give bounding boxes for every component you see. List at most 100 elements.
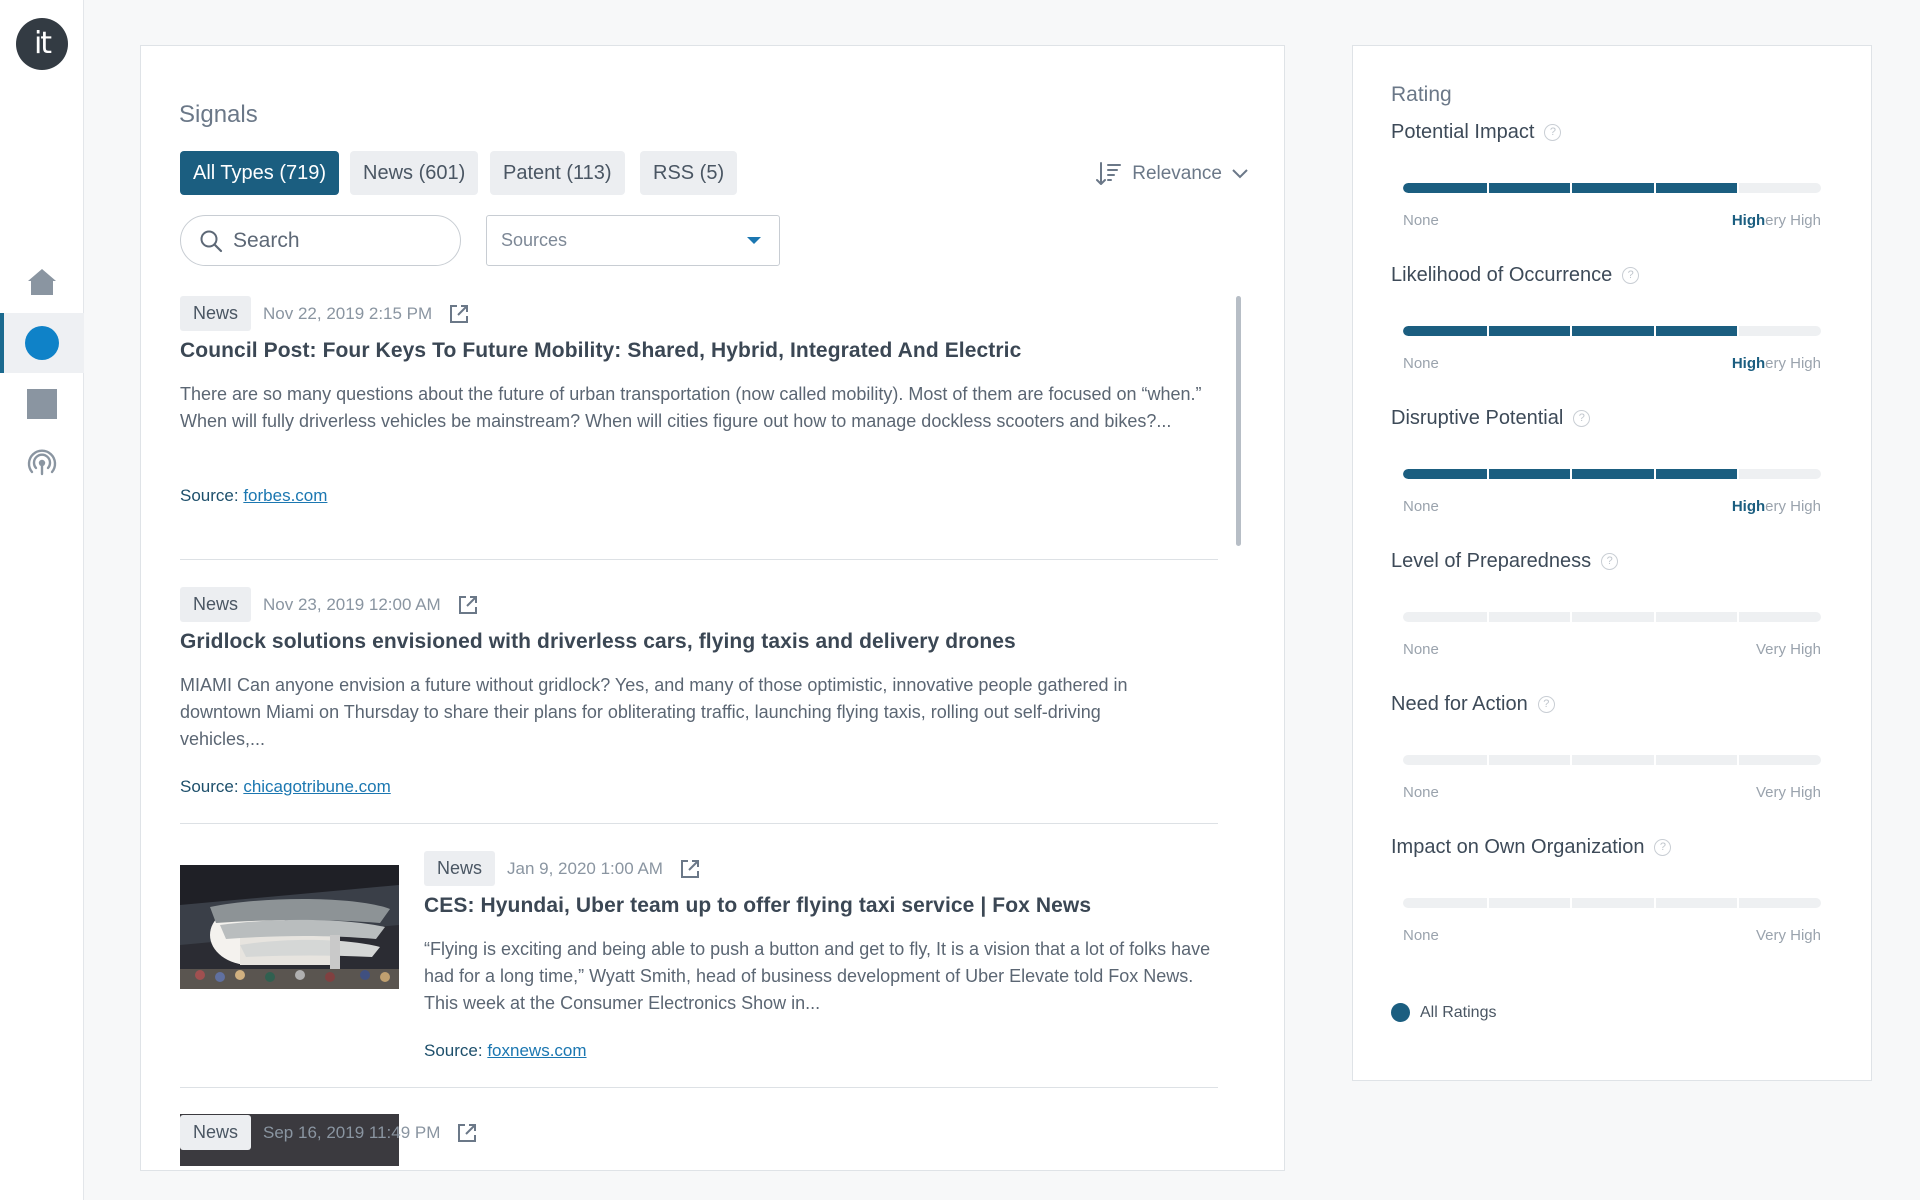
- article-source: Source: foxnews.com: [424, 1041, 587, 1061]
- filter-all-types[interactable]: All Types (719): [180, 151, 340, 195]
- signals-feed[interactable]: News Nov 22, 2019 2:15 PM Council Post: …: [180, 296, 1220, 1166]
- sidebar: it: [0, 0, 84, 1200]
- help-icon[interactable]: ?: [1654, 839, 1672, 856]
- external-link-icon[interactable]: [456, 1122, 478, 1144]
- scale-high-text: Very High: [1755, 784, 1821, 801]
- sources-select[interactable]: Sources: [486, 215, 780, 266]
- scale-high-label: Highery High: [1732, 498, 1821, 515]
- rating-slider[interactable]: [1403, 898, 1821, 908]
- article-excerpt: There are so many questions about the fu…: [180, 384, 1202, 431]
- help-icon[interactable]: ?: [1544, 124, 1562, 141]
- home-icon: [28, 269, 56, 295]
- page-title: Signals: [179, 101, 258, 128]
- source-link[interactable]: foxnews.com: [487, 1041, 586, 1060]
- flying-taxi-image[interactable]: [180, 865, 399, 989]
- rating-slider[interactable]: [1403, 612, 1821, 622]
- rating-metric: Need for Action? None Very High: [1391, 693, 1831, 833]
- article-excerpt: “Flying is exciting and being able to pu…: [424, 939, 1211, 1013]
- help-icon[interactable]: ?: [1622, 267, 1640, 284]
- slider-tick: [1653, 755, 1656, 765]
- search-box: [180, 215, 461, 266]
- article-title[interactable]: Council Post: Four Keys To Future Mobili…: [180, 339, 1021, 363]
- metric-label: Likelihood of Occurrence?: [1391, 264, 1640, 287]
- nav-broadcast[interactable]: [0, 432, 84, 492]
- source-link[interactable]: forbes.com: [243, 486, 327, 505]
- slider-tick: [1570, 469, 1573, 479]
- source-link[interactable]: chicagotribune.com: [243, 777, 390, 796]
- slider-tick: [1486, 755, 1489, 765]
- metric-label: Level of Preparedness?: [1391, 550, 1619, 573]
- list-item: News Nov 22, 2019 2:15 PM Council Post: …: [180, 296, 1218, 560]
- source-prefix: Source:: [180, 777, 239, 796]
- scale-high-text: ery High: [1765, 498, 1821, 515]
- rating-slider[interactable]: [1403, 326, 1821, 336]
- scale-high-text: Very High: [1755, 927, 1821, 944]
- scale-high-label: Very High: [1756, 784, 1821, 801]
- nav-square[interactable]: [0, 374, 84, 434]
- slider-tick: [1737, 326, 1740, 336]
- external-link-icon[interactable]: [448, 303, 470, 325]
- search-icon: [200, 230, 223, 252]
- rating-slider[interactable]: [1403, 183, 1821, 193]
- help-icon[interactable]: ?: [1537, 696, 1555, 713]
- scale-high-label: Very High: [1756, 641, 1821, 658]
- slider-tick: [1737, 469, 1740, 479]
- article-date: Nov 22, 2019 2:15 PM: [263, 303, 433, 323]
- scale-high-label: Highery High: [1732, 355, 1821, 372]
- rating-slider[interactable]: [1403, 755, 1821, 765]
- metric-label: Potential Impact?: [1391, 121, 1562, 144]
- slider-tick: [1570, 898, 1573, 908]
- filter-rss[interactable]: RSS (5): [640, 151, 738, 195]
- type-badge: News: [180, 296, 252, 331]
- metric-label: Disruptive Potential?: [1391, 407, 1591, 430]
- type-badge: News: [180, 587, 252, 622]
- scale-high-label: Very High: [1756, 927, 1821, 944]
- sort-dropdown[interactable]: Relevance: [1096, 161, 1248, 187]
- slider-tick: [1486, 612, 1489, 622]
- square-icon: [27, 389, 57, 419]
- article-title[interactable]: Gridlock solutions envisioned with drive…: [180, 630, 1016, 654]
- metric-label: Need for Action?: [1391, 693, 1555, 716]
- feed-scrollbar[interactable]: [1236, 296, 1241, 546]
- scale-high-text: ery High: [1765, 355, 1821, 372]
- help-icon[interactable]: ?: [1601, 553, 1619, 570]
- article-title[interactable]: CES: Hyundai, Uber team up to offer flyi…: [424, 894, 1091, 918]
- nav-home[interactable]: [0, 252, 84, 312]
- filter-patent[interactable]: Patent (113): [490, 151, 625, 195]
- rating-slider[interactable]: [1403, 469, 1821, 479]
- sort-icon: [1096, 162, 1122, 185]
- scale-low-label: None: [1403, 355, 1439, 372]
- rating-panel: Rating Potential Impact? None Highery High…: [1352, 45, 1872, 1081]
- circle-icon: [25, 326, 59, 360]
- rating-metric: Impact on Own Organization? None Very High: [1391, 836, 1831, 976]
- slider-tick: [1653, 469, 1656, 479]
- type-badge: News: [424, 851, 496, 886]
- metric-name: Likelihood of Occurrence: [1391, 264, 1613, 286]
- slider-tick: [1486, 469, 1489, 479]
- article-date: Jan 9, 2020 1:00 AM: [507, 858, 663, 878]
- external-link-icon[interactable]: [457, 594, 479, 616]
- broadcast-icon: [27, 449, 57, 476]
- scale-low-label: None: [1403, 784, 1439, 801]
- slider-tick: [1653, 612, 1656, 622]
- rating-metric: Potential Impact? None Highery High: [1391, 121, 1831, 261]
- list-item: News Sep 16, 2019 11:49 PM: [180, 1088, 1218, 1166]
- legend: All Ratings: [1391, 1003, 1496, 1022]
- slider-tick: [1570, 326, 1573, 336]
- slider-tick: [1486, 898, 1489, 908]
- metric-name: Impact on Own Organization: [1391, 836, 1645, 858]
- help-icon[interactable]: ?: [1573, 410, 1591, 427]
- search-input[interactable]: [233, 228, 433, 253]
- rating-title: Rating: [1391, 83, 1452, 106]
- article-source: Source: forbes.com: [180, 486, 327, 506]
- app-logo[interactable]: it: [16, 18, 68, 70]
- nav-signals[interactable]: [0, 313, 84, 373]
- scale-low-label: None: [1403, 498, 1439, 515]
- rating-metric: Disruptive Potential? None Highery High: [1391, 407, 1831, 547]
- filter-news[interactable]: News (601): [350, 151, 479, 195]
- current-level-label: High: [1731, 212, 1766, 229]
- external-link-icon[interactable]: [679, 858, 701, 880]
- metric-name: Disruptive Potential: [1391, 407, 1564, 429]
- rating-metric: Level of Preparedness? None Very High: [1391, 550, 1831, 690]
- chevron-down-icon: [1232, 169, 1248, 179]
